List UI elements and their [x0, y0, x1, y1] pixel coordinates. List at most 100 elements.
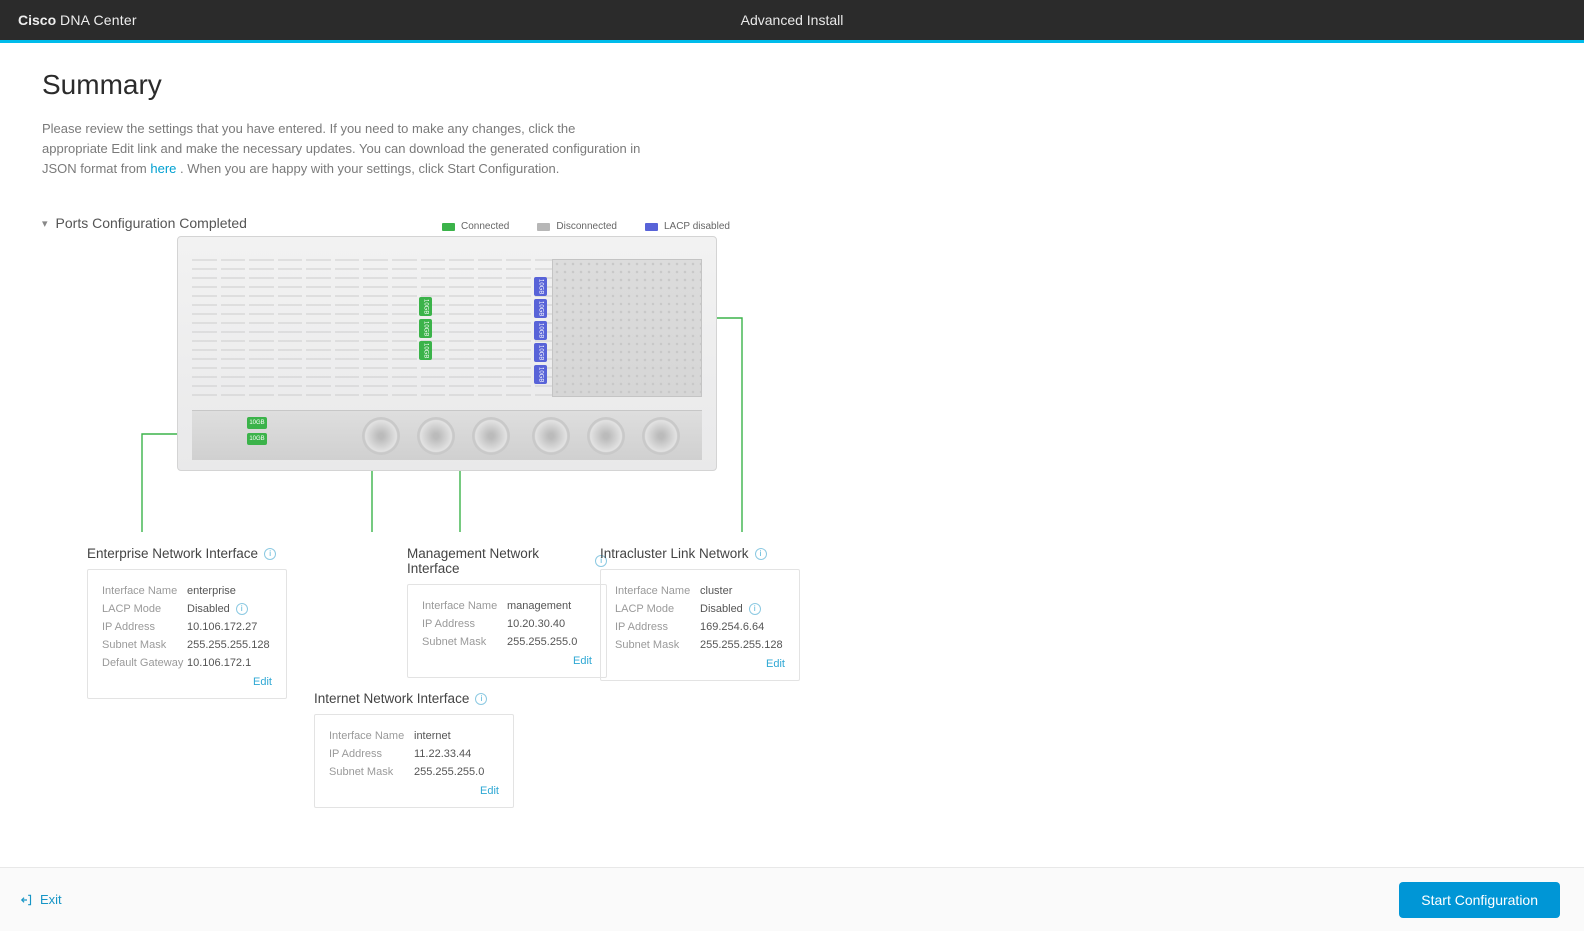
brand-cisco: Cisco — [18, 12, 56, 28]
page-description: Please review the settings that you have… — [42, 119, 642, 179]
label-ip: IP Address — [422, 618, 507, 630]
fan-icon — [472, 417, 510, 455]
swatch-green-icon — [442, 223, 455, 231]
label-mask: Subnet Mask — [615, 639, 700, 651]
interface-cards-area: Enterprise Network Interface i Interface… — [42, 546, 1542, 856]
enterprise-gateway-value: 10.106.172.1 — [187, 657, 251, 669]
desc-post: . When you are happy with your settings,… — [180, 161, 559, 176]
management-card: Interface Namemanagement IP Address10.20… — [407, 584, 607, 678]
legend-connected-label: Connected — [461, 221, 509, 232]
cluster-mask-value: 255.255.255.128 — [700, 639, 783, 651]
brand-text: Cisco DNA Center — [18, 12, 137, 28]
label-gateway: Default Gateway — [102, 657, 187, 669]
port-10gb-blue: 10GB — [534, 321, 547, 340]
label-interface-name: Interface Name — [615, 585, 700, 597]
cluster-ip-value: 169.254.6.64 — [700, 621, 764, 633]
management-mask-value: 255.255.255.0 — [507, 636, 577, 648]
label-interface-name: Interface Name — [329, 730, 414, 742]
info-icon[interactable]: i — [749, 603, 761, 615]
internet-title: Internet Network Interface i — [314, 691, 514, 706]
enterprise-card: Interface Nameenterprise LACP ModeDisabl… — [87, 569, 287, 699]
management-name-value: management — [507, 600, 571, 612]
enterprise-interface-block: Enterprise Network Interface i Interface… — [87, 546, 287, 699]
port-10gb-blue: 10GB — [534, 343, 547, 362]
internet-edit-link[interactable]: Edit — [329, 785, 499, 797]
info-icon[interactable]: i — [755, 548, 767, 560]
management-edit-link[interactable]: Edit — [422, 655, 592, 667]
enterprise-edit-link[interactable]: Edit — [102, 676, 272, 688]
internet-interface-block: Internet Network Interface i Interface N… — [314, 691, 514, 808]
enterprise-title: Enterprise Network Interface i — [87, 546, 287, 561]
label-lacp-mode: LACP Mode — [102, 603, 187, 615]
internet-card: Interface Nameinternet IP Address11.22.3… — [314, 714, 514, 808]
label-interface-name: Interface Name — [422, 600, 507, 612]
internet-ip-value: 11.22.33.44 — [414, 748, 471, 760]
header-center-title: Advanced Install — [0, 12, 1584, 28]
internet-name-value: internet — [414, 730, 451, 742]
appliance-illustration: 10GB 10GB 10GB 10GB 10GB 10GB 10GB 10GB … — [177, 236, 717, 471]
management-title-text: Management Network Interface — [407, 546, 589, 576]
start-configuration-button[interactable]: Start Configuration — [1399, 882, 1560, 918]
exit-icon — [20, 893, 34, 907]
internet-title-text: Internet Network Interface — [314, 691, 469, 706]
port-10gb-blue: 10GB — [534, 365, 547, 384]
exit-label: Exit — [40, 892, 62, 907]
enterprise-name-value: enterprise — [187, 585, 236, 597]
fan-icon — [532, 417, 570, 455]
label-ip: IP Address — [329, 748, 414, 760]
appliance-diagram: 10GB 10GB 10GB 10GB 10GB 10GB 10GB 10GB … — [92, 236, 892, 536]
side-vent-panel — [552, 259, 702, 397]
cluster-title: Intracluster Link Network i — [600, 546, 800, 561]
legend-lacp-disabled: LACP disabled — [645, 221, 730, 232]
ports-section-title: Ports Configuration Completed — [56, 215, 247, 231]
legend-connected: Connected — [442, 221, 509, 232]
download-config-link[interactable]: here — [150, 161, 176, 176]
port-10gb-green: 10GB — [247, 433, 267, 445]
label-lacp-mode: LACP Mode — [615, 603, 700, 615]
port-10gb-green: 10GB — [419, 319, 432, 338]
cluster-interface-block: Intracluster Link Network i Interface Na… — [600, 546, 800, 681]
port-10gb-green: 10GB — [419, 341, 432, 360]
exit-button[interactable]: Exit — [20, 892, 62, 907]
cluster-edit-link[interactable]: Edit — [615, 658, 785, 670]
label-mask: Subnet Mask — [329, 766, 414, 778]
port-10gb-blue: 10GB — [534, 277, 547, 296]
swatch-blue-icon — [645, 223, 658, 231]
legend-lacp-label: LACP disabled — [664, 221, 730, 232]
internet-mask-value: 255.255.255.0 — [414, 766, 484, 778]
fan-icon — [587, 417, 625, 455]
appliance-bottom-row: 10GB 10GB — [192, 410, 702, 460]
label-ip: IP Address — [102, 621, 187, 633]
legend-disconnected-label: Disconnected — [556, 221, 617, 232]
enterprise-lacp-value: Disabled — [187, 603, 230, 615]
content: Summary Please review the settings that … — [0, 43, 1584, 856]
app-header: Cisco DNA Center Advanced Install — [0, 0, 1584, 40]
management-interface-block: Management Network Interface i Interface… — [407, 546, 607, 678]
label-mask: Subnet Mask — [422, 636, 507, 648]
cluster-card: Interface Namecluster LACP ModeDisabled i… — [600, 569, 800, 681]
page-title: Summary — [42, 69, 1542, 101]
info-icon[interactable]: i — [264, 548, 276, 560]
brand-sub: DNA Center — [60, 12, 137, 28]
fan-icon — [642, 417, 680, 455]
cluster-lacp-value: Disabled — [700, 603, 743, 615]
info-icon[interactable]: i — [236, 603, 248, 615]
fan-icon — [417, 417, 455, 455]
fan-icon — [362, 417, 400, 455]
port-10gb-green: 10GB — [247, 417, 267, 429]
label-mask: Subnet Mask — [102, 639, 187, 651]
footer: Exit Start Configuration — [0, 867, 1584, 931]
cluster-name-value: cluster — [700, 585, 732, 597]
management-title: Management Network Interface i — [407, 546, 607, 576]
port-10gb-green: 10GB — [419, 297, 432, 316]
label-interface-name: Interface Name — [102, 585, 187, 597]
management-ip-value: 10.20.30.40 — [507, 618, 565, 630]
cluster-title-text: Intracluster Link Network — [600, 546, 749, 561]
label-ip: IP Address — [615, 621, 700, 633]
swatch-grey-icon — [537, 223, 550, 231]
info-icon[interactable]: i — [475, 693, 487, 705]
enterprise-mask-value: 255.255.255.128 — [187, 639, 270, 651]
chevron-down-icon: ▾ — [42, 217, 48, 230]
enterprise-title-text: Enterprise Network Interface — [87, 546, 258, 561]
enterprise-ip-value: 10.106.172.27 — [187, 621, 257, 633]
